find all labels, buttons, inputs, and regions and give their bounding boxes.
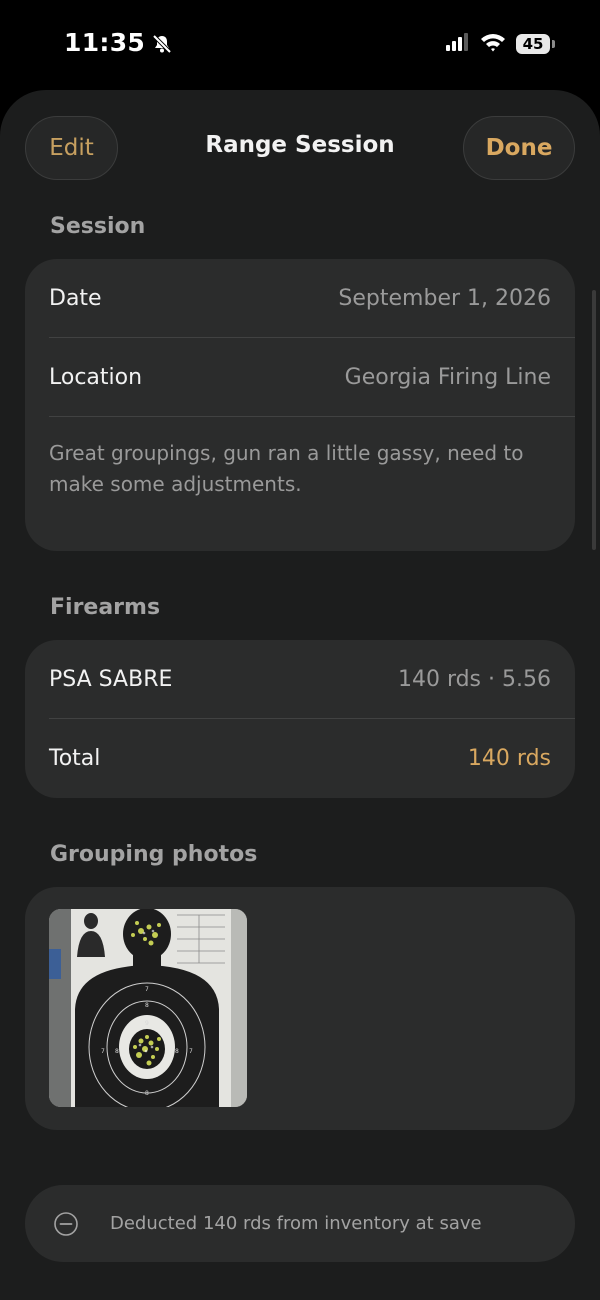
svg-text:8: 8 xyxy=(145,1090,149,1097)
firearm-name: PSA SABRE xyxy=(49,666,173,692)
wifi-icon xyxy=(480,32,506,56)
firearm-detail: 140 rds · 5.56 xyxy=(397,666,551,692)
svg-text:8: 8 xyxy=(115,1048,119,1055)
location-label: Location xyxy=(49,364,143,390)
signal-icon xyxy=(446,33,470,55)
session-notes[interactable]: Great groupings, gun ran a little gassy,… xyxy=(49,438,545,500)
status-bar: 11:35 45 xyxy=(0,0,600,90)
grouping-photo-thumbnail[interactable]: 7 8 9 7 8 8 7 8 xyxy=(49,909,247,1107)
svg-text:8: 8 xyxy=(145,1002,149,1009)
section-header-session: Session xyxy=(50,214,146,239)
svg-text:7: 7 xyxy=(145,986,149,993)
photos-card: 7 8 9 7 8 8 7 8 xyxy=(25,887,575,1130)
range-session-sheet: Edit Range Session Done Session Date Sep… xyxy=(0,90,600,1300)
status-time-container: 11:35 xyxy=(64,28,173,57)
done-button[interactable]: Done xyxy=(463,116,575,180)
target-photo-image: 7 8 9 7 8 8 7 8 xyxy=(49,909,247,1107)
section-header-firearms: Firearms xyxy=(50,595,161,620)
session-card: Date September 1, 2026 Location Georgia … xyxy=(25,259,575,551)
section-header-grouping-photos: Grouping photos xyxy=(50,842,258,867)
svg-text:7: 7 xyxy=(101,1048,105,1055)
location-row[interactable]: Location Georgia Firing Line xyxy=(49,338,551,416)
total-row: Total 140 rds xyxy=(49,719,551,797)
bell-slash-icon xyxy=(151,32,173,54)
date-label: Date xyxy=(49,285,102,311)
total-label: Total xyxy=(49,745,101,771)
firearm-row[interactable]: PSA SABRE 140 rds · 5.56 xyxy=(49,640,551,718)
status-icons: 45 xyxy=(446,32,555,56)
total-value: 140 rds xyxy=(467,745,551,771)
battery-icon: 45 xyxy=(516,34,555,54)
inventory-deduction-banner: Deducted 140 rds from inventory at save xyxy=(25,1185,575,1262)
svg-text:8: 8 xyxy=(175,1048,179,1055)
divider xyxy=(49,416,575,417)
banner-text: Deducted 140 rds from inventory at save xyxy=(110,1213,482,1234)
svg-text:7: 7 xyxy=(189,1048,193,1055)
status-time: 11:35 xyxy=(64,28,146,57)
battery-level: 45 xyxy=(516,34,555,54)
location-value[interactable]: Georgia Firing Line xyxy=(345,365,551,390)
scroll-indicator[interactable] xyxy=(592,290,596,550)
firearms-card: PSA SABRE 140 rds · 5.56 Total 140 rds xyxy=(25,640,575,798)
minus-circle-icon xyxy=(54,1211,78,1236)
svg-text:9: 9 xyxy=(145,1020,149,1027)
date-value[interactable]: September 1, 2026 xyxy=(338,286,551,311)
date-row[interactable]: Date September 1, 2026 xyxy=(49,259,551,337)
